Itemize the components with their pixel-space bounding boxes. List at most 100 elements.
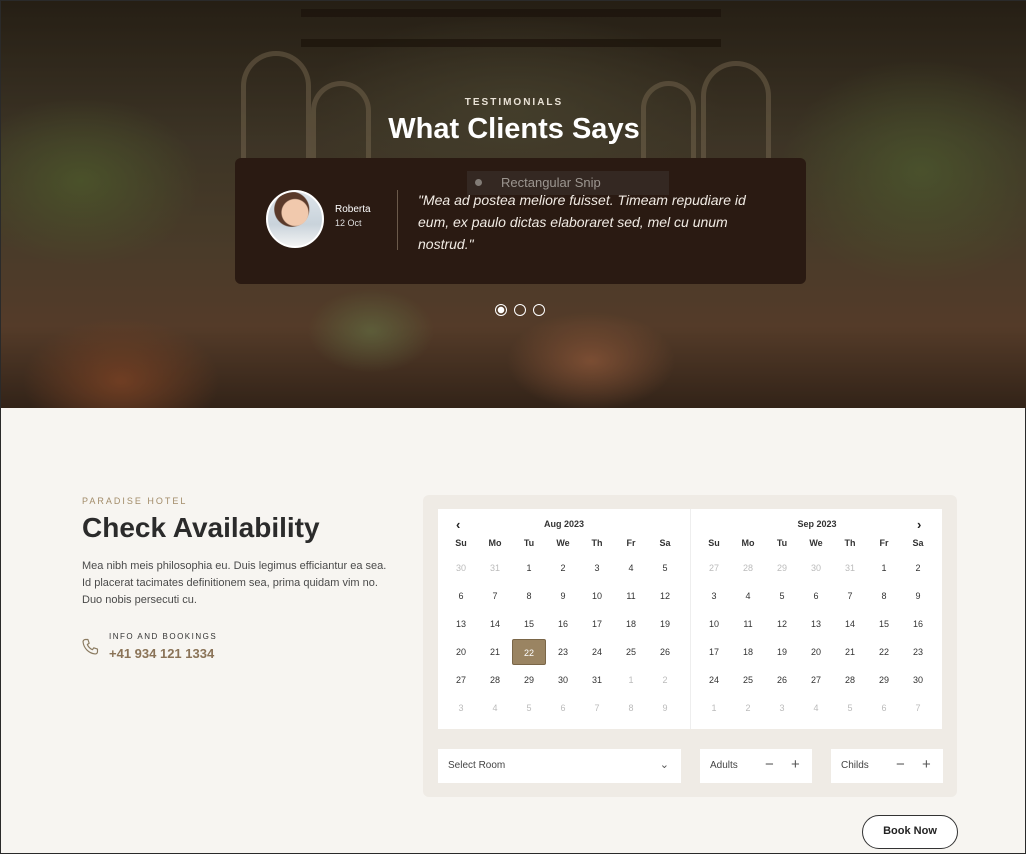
calendar-day[interactable]: 2 [648,667,682,693]
calendar-day[interactable]: 1 [512,555,546,581]
calendar-day[interactable]: 31 [580,667,614,693]
calendar-day[interactable]: 13 [444,611,478,637]
calendar-day[interactable]: 3 [765,695,799,721]
calendar-day[interactable]: 24 [580,639,614,665]
adults-plus-button[interactable]: + [791,756,800,773]
room-select-label: Select Room [448,760,506,771]
calendar-day[interactable]: 15 [867,611,901,637]
calendar-day[interactable]: 14 [833,611,867,637]
calendar-day[interactable]: 27 [799,667,833,693]
calendar-day[interactable]: 11 [614,583,648,609]
calendar-day[interactable]: 8 [867,583,901,609]
calendar-day[interactable]: 7 [901,695,935,721]
calendar-day[interactable]: 25 [731,667,765,693]
calendar-day[interactable]: 18 [614,611,648,637]
calendar-day[interactable]: 24 [697,667,731,693]
calendar-day[interactable]: 1 [697,695,731,721]
calendar-day[interactable]: 29 [512,667,546,693]
calendar-day[interactable]: 23 [546,639,580,665]
calendar-day[interactable]: 21 [833,639,867,665]
calendar-day[interactable]: 8 [614,695,648,721]
calendar-day[interactable]: 30 [901,667,935,693]
calendar-day[interactable]: 20 [444,639,478,665]
calendar-day[interactable]: 5 [833,695,867,721]
calendar-day[interactable]: 14 [478,611,512,637]
calendar-day[interactable]: 16 [901,611,935,637]
carousel-dot-2[interactable] [514,304,526,316]
weekday-label: Th [591,538,603,548]
childs-plus-button[interactable]: + [922,756,931,773]
weekday-label: Sa [912,538,924,548]
calendar-day[interactable]: 11 [731,611,765,637]
calendar-day[interactable]: 30 [799,555,833,581]
calendar-month-aug: ‹ Aug 2023 Su Mo Tu We Th Fr Sa 30 31 1 2 3 4 5 6 7 8 9 10… [438,509,690,729]
calendar-day[interactable]: 25 [614,639,648,665]
calendar-day[interactable]: 3 [444,695,478,721]
calendar-day[interactable]: 6 [799,583,833,609]
calendar-day[interactable]: 9 [901,583,935,609]
childs-minus-button[interactable]: − [896,756,905,773]
calendar-day[interactable]: 7 [833,583,867,609]
calendar-day[interactable]: 15 [512,611,546,637]
calendar-day[interactable]: 6 [444,583,478,609]
calendar-day[interactable]: 9 [648,695,682,721]
calendar-day[interactable]: 31 [478,555,512,581]
calendar-day[interactable]: 7 [478,583,512,609]
calendar-day[interactable]: 28 [731,555,765,581]
calendar-day[interactable]: 12 [765,611,799,637]
calendar-day[interactable]: 17 [697,639,731,665]
calendar-day[interactable]: 16 [546,611,580,637]
book-now-button[interactable]: Book Now [862,815,958,849]
calendar-day[interactable]: 29 [765,555,799,581]
calendar-day[interactable]: 9 [546,583,580,609]
calendar-day[interactable]: 4 [614,555,648,581]
calendar-day[interactable]: 31 [833,555,867,581]
calendar-day[interactable]: 19 [648,611,682,637]
calendar-day[interactable]: 28 [478,667,512,693]
calendar-day[interactable]: 5 [648,555,682,581]
calendar-day[interactable]: 29 [867,667,901,693]
calendar-day[interactable]: 10 [697,611,731,637]
calendar-day[interactable]: 18 [731,639,765,665]
calendar-day[interactable]: 13 [799,611,833,637]
calendar-day[interactable]: 1 [614,667,648,693]
calendar-day[interactable]: 30 [546,667,580,693]
calendar-day[interactable]: 30 [444,555,478,581]
calendar-day[interactable]: 27 [697,555,731,581]
calendar-day[interactable]: 10 [580,583,614,609]
calendar-day[interactable]: 4 [478,695,512,721]
carousel-dot-3[interactable] [533,304,545,316]
calendar-day[interactable]: 22 [867,639,901,665]
calendar-day[interactable]: 2 [901,555,935,581]
calendar-day[interactable]: 4 [731,583,765,609]
calendar-day[interactable]: 4 [799,695,833,721]
calendar-day[interactable]: 20 [799,639,833,665]
calendar-day[interactable]: 26 [648,639,682,665]
calendar-day[interactable]: 23 [901,639,935,665]
calendar-day[interactable]: 21 [478,639,512,665]
calendar-day[interactable]: 28 [833,667,867,693]
calendar-day[interactable]: 1 [867,555,901,581]
calendar-day[interactable]: 7 [580,695,614,721]
calendar-day[interactable]: 5 [765,583,799,609]
calendar-day[interactable]: 8 [512,583,546,609]
calendar-day[interactable]: 2 [546,555,580,581]
phone-icon [82,638,99,655]
room-select[interactable]: Select Room ⌄ [438,749,681,783]
phone-number[interactable]: +41 934 121 1334 [109,646,214,661]
calendar-day[interactable]: 12 [648,583,682,609]
calendar-month-sep: › Sep 2023 Su Mo Tu We Th Fr Sa 27 28 29 30 31 1 2 3 4 5… [690,509,942,729]
calendar-day[interactable]: 22 [512,639,546,665]
calendar-day[interactable]: 19 [765,639,799,665]
carousel-dot-1[interactable] [495,304,507,316]
calendar-day[interactable]: 2 [731,695,765,721]
calendar-day[interactable]: 3 [697,583,731,609]
calendar-day[interactable]: 3 [580,555,614,581]
calendar-day[interactable]: 6 [546,695,580,721]
calendar-day[interactable]: 27 [444,667,478,693]
calendar-day[interactable]: 5 [512,695,546,721]
adults-minus-button[interactable]: − [765,756,774,773]
calendar-day[interactable]: 26 [765,667,799,693]
calendar-day[interactable]: 6 [867,695,901,721]
calendar-day[interactable]: 17 [580,611,614,637]
